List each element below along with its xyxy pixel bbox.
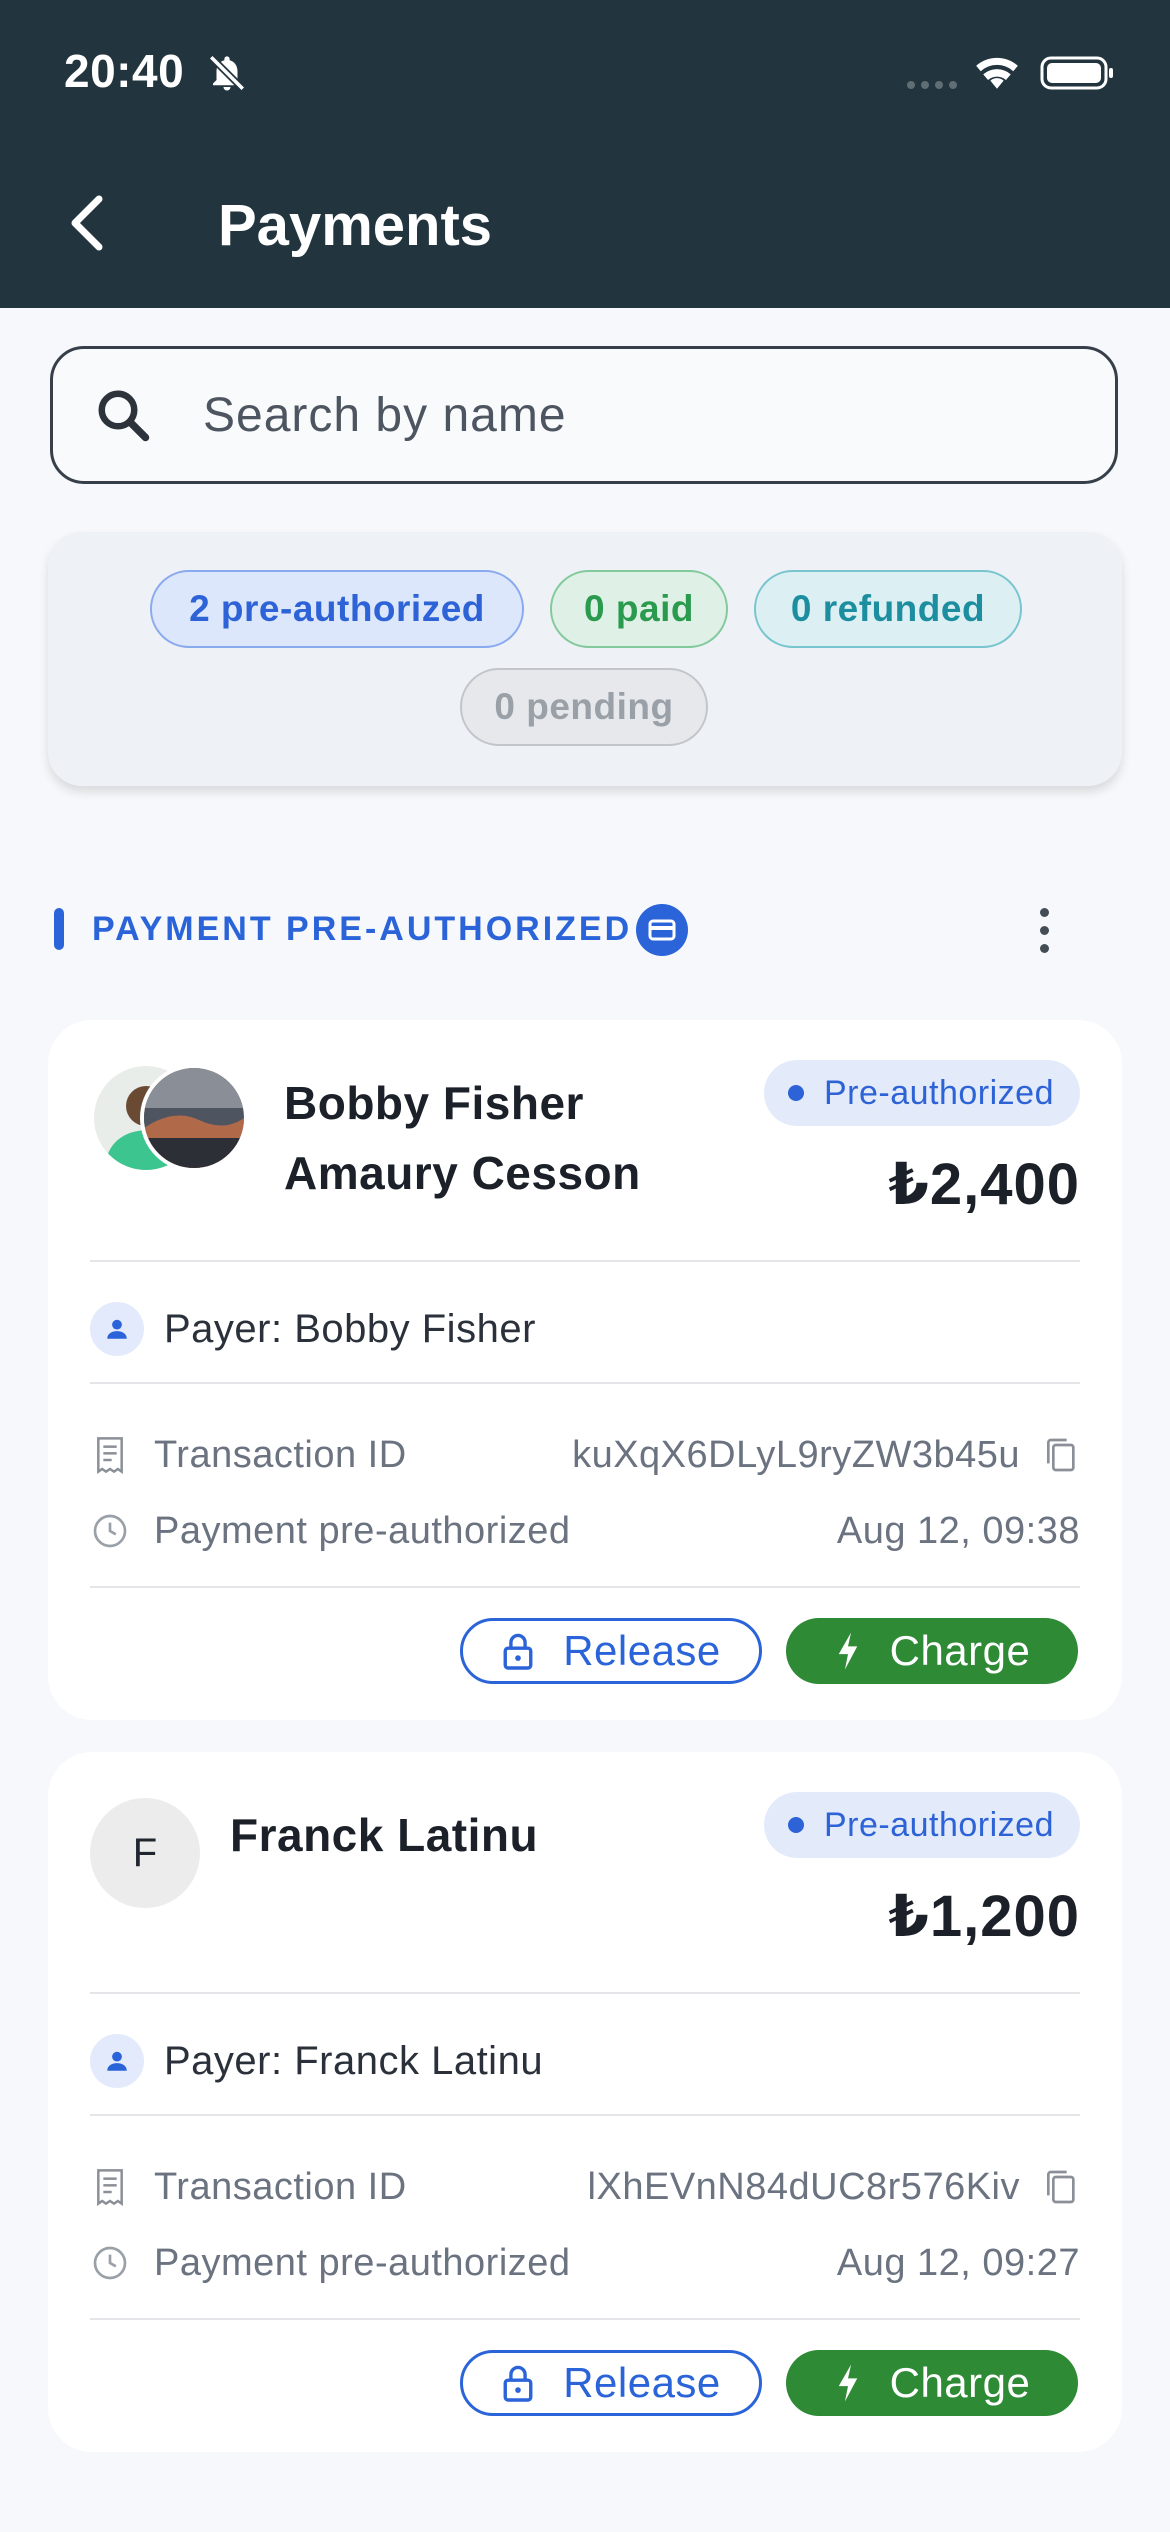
event-time: Aug 12, 09:38 — [836, 1509, 1080, 1552]
section-accent-bar — [54, 908, 64, 950]
lock-open-icon — [503, 1633, 533, 1670]
person-icon — [90, 1302, 144, 1356]
participant-name: Amaury Cesson — [284, 1147, 641, 1199]
payment-amount: ₺2,400 — [888, 1152, 1080, 1217]
person-icon — [90, 2034, 144, 2088]
filter-chip-pre-authorized[interactable]: 2 pre-authorized — [150, 570, 524, 648]
filter-chip-paid[interactable]: 0 paid — [550, 570, 728, 648]
divider — [90, 1992, 1080, 1994]
search-icon — [98, 390, 150, 442]
event-row: Payment pre-authorized Aug 12, 09:27 — [90, 2238, 1080, 2288]
filter-chip-refunded[interactable]: 0 refunded — [754, 570, 1022, 648]
divider — [90, 2114, 1080, 2116]
status-filter-panel: 2 pre-authorized 0 paid 0 refunded 0 pen… — [48, 532, 1122, 786]
payment-card[interactable]: F Franck Latinu Pre-authorized ₺1,200 Pa… — [48, 1752, 1122, 2452]
payer-row: Payer: Franck Latinu — [90, 2034, 543, 2088]
release-button[interactable]: Release — [460, 2350, 762, 2416]
lightning-icon — [838, 2364, 857, 2402]
battery-icon — [1040, 56, 1113, 90]
transaction-id-value: kuXqX6DLyL9ryZW3b45u — [572, 1433, 1020, 1476]
lightning-icon — [838, 1632, 857, 1670]
app-bar: 20:40 Payments — [0, 0, 1170, 308]
avatar — [140, 1064, 248, 1172]
more-dot-icon — [1039, 925, 1049, 935]
copy-icon[interactable] — [1040, 2165, 1080, 2209]
lock-open-icon — [503, 2365, 533, 2402]
transaction-row: Transaction ID lXhEVnN84dUC8r576Kiv — [90, 2162, 1080, 2212]
transaction-id-label: Transaction ID — [154, 1433, 407, 1476]
event-time: Aug 12, 09:27 — [836, 2241, 1080, 2284]
participant-names: Franck Latinu — [230, 1800, 538, 1870]
chevron-left-icon — [71, 195, 103, 251]
search-input[interactable] — [201, 386, 1055, 444]
search-box[interactable] — [50, 346, 1118, 484]
section-title: PAYMENT PRE-AUTHORIZED — [92, 910, 633, 948]
wifi-icon — [976, 57, 1018, 89]
divider — [90, 1382, 1080, 1384]
divider — [90, 1586, 1080, 1588]
back-button[interactable] — [52, 188, 122, 258]
payer-label: Payer: Bobby Fisher — [164, 1306, 536, 1351]
transaction-id-label: Transaction ID — [154, 2165, 407, 2208]
transaction-id-value: lXhEVnN84dUC8r576Kiv — [587, 2165, 1020, 2208]
release-button[interactable]: Release — [460, 1618, 762, 1684]
event-label: Payment pre-authorized — [154, 1509, 571, 1552]
more-options-button[interactable] — [1024, 898, 1064, 962]
payer-label: Payer: Franck Latinu — [164, 2038, 544, 2083]
charge-button[interactable]: Charge — [786, 1618, 1078, 1684]
payment-card[interactable]: Bobby Fisher Amaury Cesson Pre-authorize… — [48, 1020, 1122, 1720]
payment-amount: ₺1,200 — [888, 1884, 1080, 1949]
page-title: Payments — [218, 193, 493, 258]
bell-off-icon — [208, 54, 246, 92]
status-dot-icon — [787, 1085, 804, 1101]
event-label: Payment pre-authorized — [154, 2241, 571, 2284]
divider — [90, 1260, 1080, 1262]
status-dot-icon — [787, 1817, 804, 1833]
status-badge: Pre-authorized — [763, 1060, 1080, 1126]
status-badge: Pre-authorized — [763, 1792, 1080, 1858]
event-row: Payment pre-authorized Aug 12, 09:38 — [90, 1506, 1080, 1556]
transaction-row: Transaction ID kuXqX6DLyL9ryZW3b45u — [90, 1430, 1080, 1480]
credit-card-icon — [636, 904, 688, 956]
filter-chip-pending[interactable]: 0 pending — [460, 668, 708, 746]
release-button-label: Release — [563, 2359, 721, 2406]
clock-icon — [93, 2246, 127, 2280]
more-dot-icon — [1039, 943, 1049, 953]
participant-name: Bobby Fisher — [284, 1077, 584, 1129]
receipt-icon — [97, 2169, 123, 2207]
participant-name: Franck Latinu — [230, 1809, 539, 1861]
avatar: F — [90, 1798, 200, 1908]
copy-icon[interactable] — [1040, 1433, 1080, 1477]
clock-icon — [93, 1514, 127, 1548]
receipt-icon — [97, 1437, 123, 1475]
status-time: 20:40 — [64, 45, 185, 97]
release-button-label: Release — [563, 1627, 721, 1674]
signal-icon — [907, 81, 957, 89]
avatar-photo-icon — [144, 1068, 244, 1168]
charge-button[interactable]: Charge — [786, 2350, 1078, 2416]
participant-names: Bobby Fisher Amaury Cesson — [284, 1068, 641, 1208]
divider — [90, 2318, 1080, 2320]
charge-button-label: Charge — [889, 2359, 1031, 2406]
status-badge-label: Pre-authorized — [823, 1805, 1054, 1844]
charge-button-label: Charge — [889, 1627, 1031, 1674]
more-dot-icon — [1039, 907, 1049, 917]
payer-row: Payer: Bobby Fisher — [90, 1302, 536, 1356]
status-badge-label: Pre-authorized — [823, 1073, 1054, 1112]
avatar-group — [94, 1064, 254, 1172]
